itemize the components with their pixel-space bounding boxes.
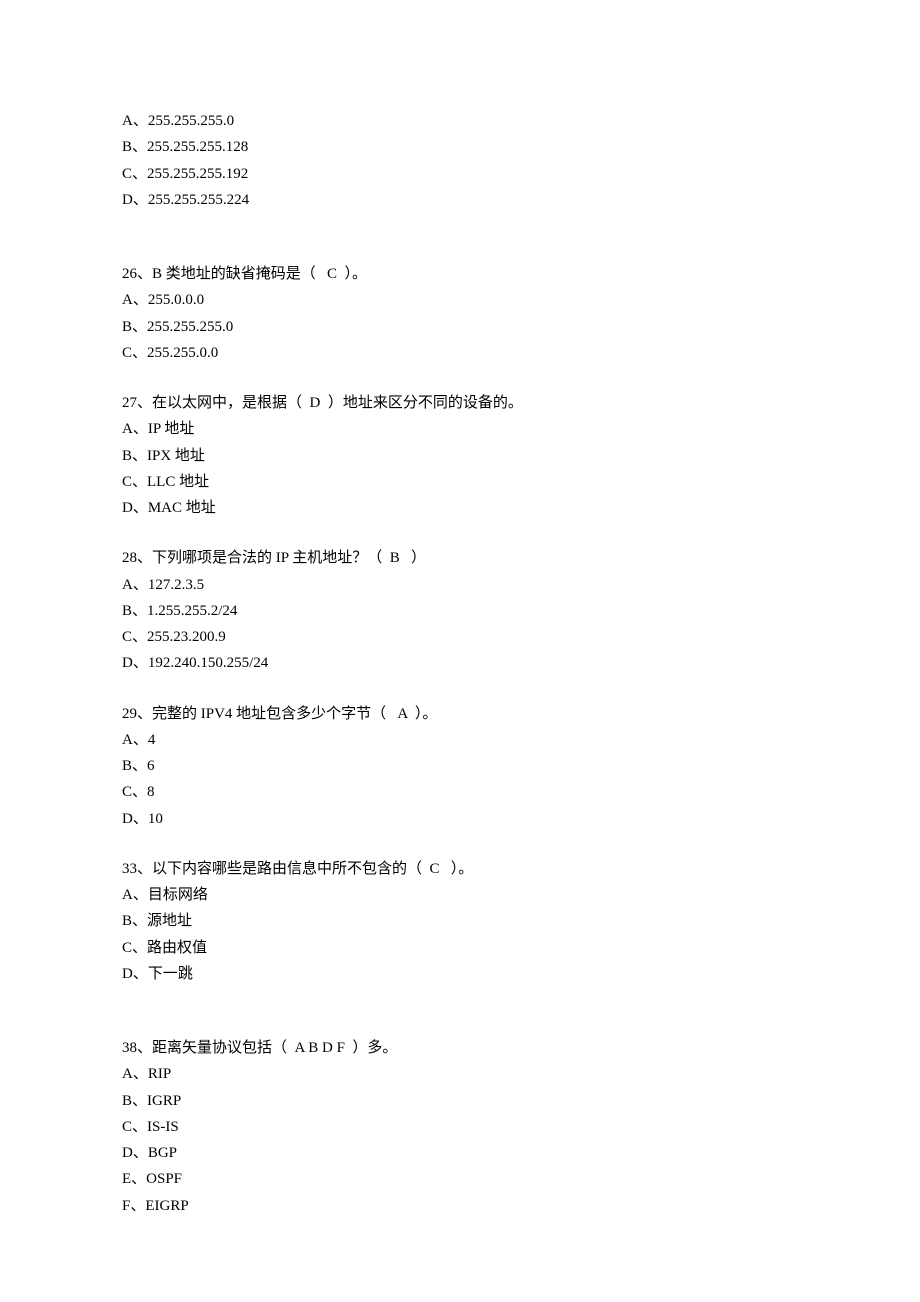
option-text: A、IP 地址 (122, 416, 798, 442)
option-text: C、LLC 地址 (122, 469, 798, 495)
option-text: B、1.255.255.2/24 (122, 598, 798, 624)
option-text: D、255.255.255.224 (122, 187, 798, 213)
document-page: A、255.255.255.0 B、255.255.255.128 C、255.… (0, 0, 920, 1302)
option-text: B、255.255.255.0 (122, 314, 798, 340)
question-38: 38、距离矢量协议包括（ A B D F ）多。 A、RIP B、IGRP C、… (122, 1035, 798, 1219)
question-33: 33、以下内容哪些是路由信息中所不包含的（ C ）。 A、目标网络 B、源地址 … (122, 856, 798, 987)
question-25-options: A、255.255.255.0 B、255.255.255.128 C、255.… (122, 108, 798, 213)
question-stem: 29、完整的 IPV4 地址包含多少个字节（ A ）。 (122, 701, 798, 727)
option-text: A、127.2.3.5 (122, 572, 798, 598)
option-text: C、路由权值 (122, 935, 798, 961)
option-text: B、源地址 (122, 908, 798, 934)
option-text: C、255.23.200.9 (122, 624, 798, 650)
option-text: A、RIP (122, 1061, 798, 1087)
option-text: F、EIGRP (122, 1193, 798, 1219)
question-27: 27、在以太网中，是根据（ D ）地址来区分不同的设备的。 A、IP 地址 B、… (122, 390, 798, 521)
option-text: D、10 (122, 806, 798, 832)
option-text: E、OSPF (122, 1166, 798, 1192)
question-28: 28、下列哪项是合法的 IP 主机地址？（ B ） A、127.2.3.5 B、… (122, 545, 798, 676)
option-text: D、BGP (122, 1140, 798, 1166)
question-stem: 28、下列哪项是合法的 IP 主机地址？（ B ） (122, 545, 798, 571)
question-stem: 38、距离矢量协议包括（ A B D F ）多。 (122, 1035, 798, 1061)
option-text: A、255.0.0.0 (122, 287, 798, 313)
option-text: C、255.255.0.0 (122, 340, 798, 366)
option-text: B、6 (122, 753, 798, 779)
option-text: C、8 (122, 779, 798, 805)
option-text: D、下一跳 (122, 961, 798, 987)
option-text: B、IPX 地址 (122, 443, 798, 469)
option-text: C、255.255.255.192 (122, 161, 798, 187)
question-29: 29、完整的 IPV4 地址包含多少个字节（ A ）。 A、4 B、6 C、8 … (122, 701, 798, 832)
option-text: A、255.255.255.0 (122, 108, 798, 134)
option-text: C、IS-IS (122, 1114, 798, 1140)
option-text: B、IGRP (122, 1088, 798, 1114)
option-text: D、MAC 地址 (122, 495, 798, 521)
question-stem: 27、在以太网中，是根据（ D ）地址来区分不同的设备的。 (122, 390, 798, 416)
option-text: D、192.240.150.255/24 (122, 650, 798, 676)
option-text: B、255.255.255.128 (122, 134, 798, 160)
question-26: 26、B 类地址的缺省掩码是（ C ）。 A、255.0.0.0 B、255.2… (122, 261, 798, 366)
question-stem: 26、B 类地址的缺省掩码是（ C ）。 (122, 261, 798, 287)
question-stem: 33、以下内容哪些是路由信息中所不包含的（ C ）。 (122, 856, 798, 882)
option-text: A、目标网络 (122, 882, 798, 908)
option-text: A、4 (122, 727, 798, 753)
